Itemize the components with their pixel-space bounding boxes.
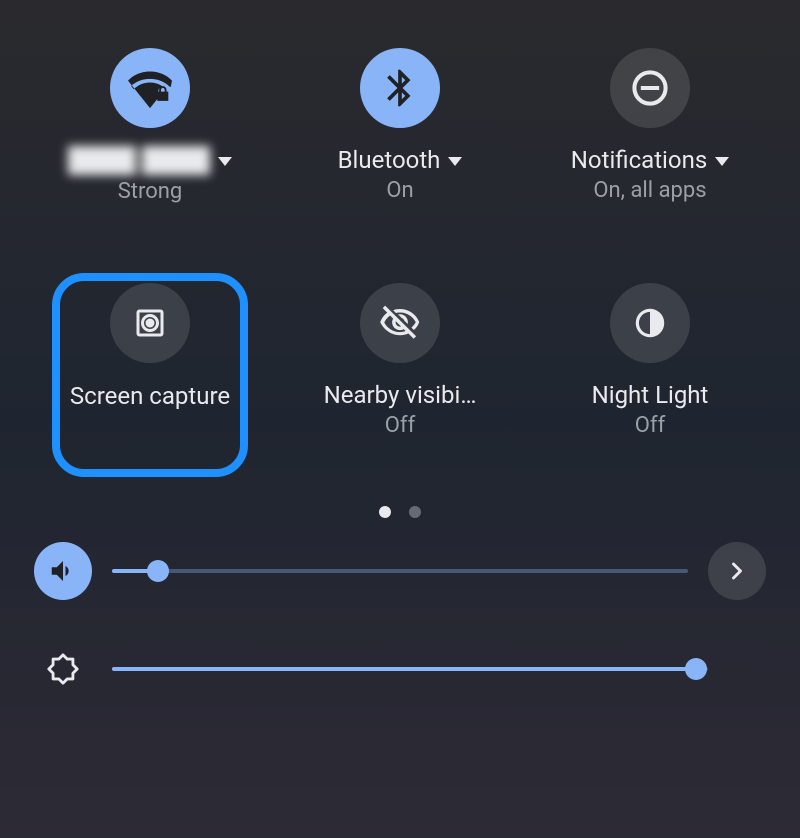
tile-bluetooth[interactable]: Bluetooth On <box>280 40 520 265</box>
tile-night-light-sub: Off <box>635 413 665 438</box>
brightness-row <box>30 640 770 698</box>
chevron-down-icon <box>448 157 462 166</box>
tile-night-light-label: Night Light <box>592 381 709 409</box>
tile-notifications-label-row[interactable]: Notifications <box>571 146 729 174</box>
page-indicator[interactable] <box>30 506 770 518</box>
volume-row <box>30 542 770 600</box>
tile-wifi-label: ████ ████ <box>68 146 210 175</box>
volume-track <box>112 569 688 573</box>
tile-nearby-visibility[interactable]: Nearby visibi… Off <box>280 275 520 500</box>
brightness-fill <box>112 667 696 671</box>
audio-expand-button[interactable] <box>708 542 766 600</box>
tile-bluetooth-label: Bluetooth <box>338 146 441 174</box>
tile-wifi[interactable]: ████ ████ Strong <box>30 40 270 265</box>
volume-icon[interactable] <box>34 542 92 600</box>
tile-notifications-sub: On, all apps <box>593 178 706 203</box>
volume-slider[interactable] <box>112 559 688 583</box>
tile-night-light[interactable]: Night Light Off <box>530 275 770 500</box>
tile-bluetooth-label-row[interactable]: Bluetooth <box>338 146 463 174</box>
tile-nearby-sub: Off <box>385 413 415 438</box>
chevron-down-icon <box>218 157 232 166</box>
brightness-thumb[interactable] <box>685 658 707 680</box>
tile-screen-capture-label: Screen capture <box>70 381 230 411</box>
tile-wifi-label-row[interactable]: ████ ████ <box>68 146 232 175</box>
tile-notifications[interactable]: Notifications On, all apps <box>530 40 770 265</box>
tile-bluetooth-sub: On <box>386 178 413 203</box>
tile-notifications-label: Notifications <box>571 146 707 174</box>
visibility-off-icon[interactable] <box>360 283 440 363</box>
brightness-icon[interactable] <box>34 640 92 698</box>
tile-nearby-label-row: Nearby visibi… <box>324 381 477 409</box>
night-light-icon[interactable] <box>610 283 690 363</box>
pager-dot-1[interactable] <box>379 506 391 518</box>
pager-dot-2[interactable] <box>409 506 421 518</box>
volume-thumb[interactable] <box>147 560 169 582</box>
tile-wifi-sub: Strong <box>118 179 183 204</box>
screen-capture-icon[interactable] <box>110 283 190 363</box>
dnd-off-icon[interactable] <box>610 48 690 128</box>
brightness-slider[interactable] <box>112 657 708 681</box>
wifi-lock-icon[interactable] <box>110 48 190 128</box>
tile-screen-capture[interactable]: Screen capture <box>30 275 270 500</box>
chevron-down-icon <box>715 157 729 166</box>
quick-settings-tiles: ████ ████ Strong Bluetooth On Notificati… <box>30 40 770 500</box>
tile-night-light-label-row: Night Light <box>592 381 709 409</box>
bluetooth-icon[interactable] <box>360 48 440 128</box>
tile-nearby-label: Nearby visibi… <box>324 381 477 409</box>
